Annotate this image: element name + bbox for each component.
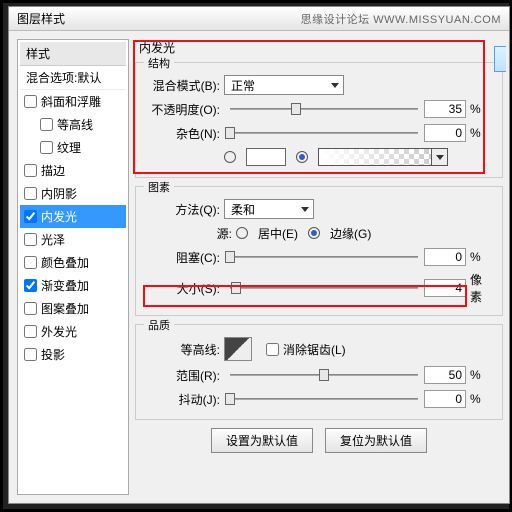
choke-slider[interactable] [230, 248, 418, 266]
method-dropdown[interactable]: 柔和 [224, 199, 314, 219]
group-elements: 图素 方法(Q): 柔和 源: 居中(E) 边缘(G) [135, 186, 503, 316]
size-label: 大小(S): [146, 280, 224, 297]
noise-label: 杂色(N): [146, 125, 224, 142]
sidebar-item-texture[interactable]: 纹理 [20, 136, 126, 159]
sidebar-subheader[interactable]: 混合选项:默认 [20, 66, 126, 90]
gradient-radio[interactable] [296, 151, 308, 163]
sidebar-item-bevel[interactable]: 斜面和浮雕 [20, 90, 126, 113]
jitter-slider[interactable] [230, 390, 418, 408]
caret-down-icon [331, 83, 339, 88]
contour-label: 等高线: [146, 341, 224, 358]
titlebar: 图层样式 思缘设计论坛 WWW.MISSYUAN.COM [9, 7, 509, 31]
checkbox[interactable] [24, 279, 37, 292]
jitter-input[interactable]: 0 [424, 390, 466, 408]
sidebar-item-stroke[interactable]: 描边 [20, 159, 126, 182]
color-radio[interactable] [224, 151, 236, 163]
sidebar-item-satin[interactable]: 光泽 [20, 228, 126, 251]
range-slider[interactable] [230, 366, 418, 384]
sidebar-item-contour[interactable]: 等高线 [20, 113, 126, 136]
group-label: 结构 [144, 55, 174, 71]
dialog-title: 图层样式 [17, 10, 65, 27]
choke-input[interactable]: 0 [424, 248, 466, 266]
checkbox[interactable] [24, 302, 37, 315]
noise-slider[interactable] [230, 124, 418, 142]
checkbox[interactable] [24, 233, 37, 246]
range-input[interactable]: 50 [424, 366, 466, 384]
panel-title: 内发光 [135, 37, 503, 62]
main-panel: 内发光 结构 混合模式(B): 正常 不透明度(O): 35 % [133, 31, 509, 503]
blend-mode-dropdown[interactable]: 正常 [224, 75, 344, 95]
group-quality: 品质 等高线: 消除锯齿(L) 范围(R): 50 % 抖动(J): [135, 324, 503, 420]
caret-down-icon [436, 155, 444, 160]
checkbox[interactable] [24, 187, 37, 200]
group-structure: 结构 混合模式(B): 正常 不透明度(O): 35 % 杂色(N): [135, 62, 503, 178]
watermark: 思缘设计论坛 WWW.MISSYUAN.COM [301, 11, 501, 27]
sidebar-item-color-overlay[interactable]: 颜色叠加 [20, 251, 126, 274]
opacity-label: 不透明度(O): [146, 101, 224, 118]
layer-style-dialog: 图层样式 思缘设计论坛 WWW.MISSYUAN.COM 样式 混合选项:默认 … [8, 6, 510, 504]
sidebar-item-inner-glow[interactable]: 内发光 [20, 205, 126, 228]
sidebar-item-inner-shadow[interactable]: 内阴影 [20, 182, 126, 205]
group-label: 品质 [144, 317, 174, 333]
gradient-swatch[interactable] [318, 148, 432, 166]
source-center-radio[interactable] [236, 227, 248, 239]
sidebar-header[interactable]: 样式 [20, 42, 126, 66]
choke-label: 阻塞(C): [146, 249, 224, 266]
checkbox[interactable] [24, 164, 37, 177]
make-default-button[interactable]: 设置为默认值 [211, 428, 313, 453]
caret-down-icon [301, 207, 309, 212]
checkbox[interactable] [24, 325, 37, 338]
size-slider[interactable] [230, 279, 418, 297]
noise-input[interactable]: 0 [424, 124, 466, 142]
color-swatch[interactable] [246, 148, 286, 166]
source-label: 源: [146, 225, 236, 242]
checkbox[interactable] [24, 210, 37, 223]
checkbox[interactable] [24, 95, 37, 108]
antialias-checkbox[interactable] [266, 343, 279, 356]
method-label: 方法(Q): [146, 201, 224, 218]
sidebar-item-pattern-overlay[interactable]: 图案叠加 [20, 297, 126, 320]
styles-sidebar: 样式 混合选项:默认 斜面和浮雕 等高线 纹理 描边 内阴影 内发光 光泽 颜色… [17, 39, 129, 495]
jitter-label: 抖动(J): [146, 391, 224, 408]
checkbox[interactable] [24, 256, 37, 269]
sidebar-item-outer-glow[interactable]: 外发光 [20, 320, 126, 343]
checkbox[interactable] [40, 118, 53, 131]
sidebar-item-drop-shadow[interactable]: 投影 [20, 343, 126, 366]
sidebar-item-gradient-overlay[interactable]: 渐变叠加 [20, 274, 126, 297]
checkbox[interactable] [24, 348, 37, 361]
gradient-caret[interactable] [432, 148, 448, 166]
opacity-slider[interactable] [230, 100, 418, 118]
size-input[interactable]: 4 [424, 279, 466, 297]
reset-default-button[interactable]: 复位为默认值 [325, 428, 427, 453]
source-edge-radio[interactable] [308, 227, 320, 239]
range-label: 范围(R): [146, 367, 224, 384]
ok-button-edge[interactable] [494, 46, 506, 72]
opacity-input[interactable]: 35 [424, 100, 466, 118]
contour-swatch[interactable] [224, 337, 252, 361]
group-label: 图素 [144, 179, 174, 195]
blend-label: 混合模式(B): [146, 77, 224, 94]
checkbox[interactable] [40, 141, 53, 154]
